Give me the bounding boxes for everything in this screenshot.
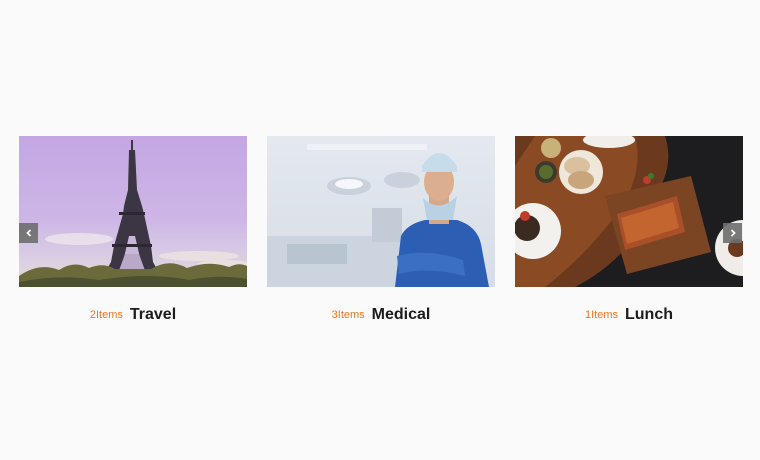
category-title[interactable]: Lunch [625,306,673,323]
category-card-medical[interactable]: 3Items Medical [267,136,495,323]
category-carousel: 2Items Travel 3Items Medical 1Items Lunc… [0,0,760,460]
item-count: 3Items [331,309,365,321]
carousel-next-button[interactable] [723,223,742,243]
category-title[interactable]: Travel [130,306,176,323]
category-card-lunch[interactable]: 1Items Lunch [515,136,743,323]
medical-image[interactable] [267,136,495,287]
category-card-travel[interactable]: 2Items Travel [19,136,247,323]
category-title[interactable]: Medical [372,306,431,323]
item-count: 1Items [584,309,618,321]
travel-image[interactable] [19,136,247,287]
item-count: 2Items [89,309,123,321]
chevron-right-icon [730,229,736,237]
chevron-left-icon [25,229,31,237]
carousel-prev-button[interactable] [19,223,38,243]
category-caption: 2Items Travel [19,306,247,324]
category-caption: 1Items Lunch [515,306,743,324]
category-caption: 3Items Medical [267,306,495,324]
lunch-image[interactable] [515,136,743,287]
